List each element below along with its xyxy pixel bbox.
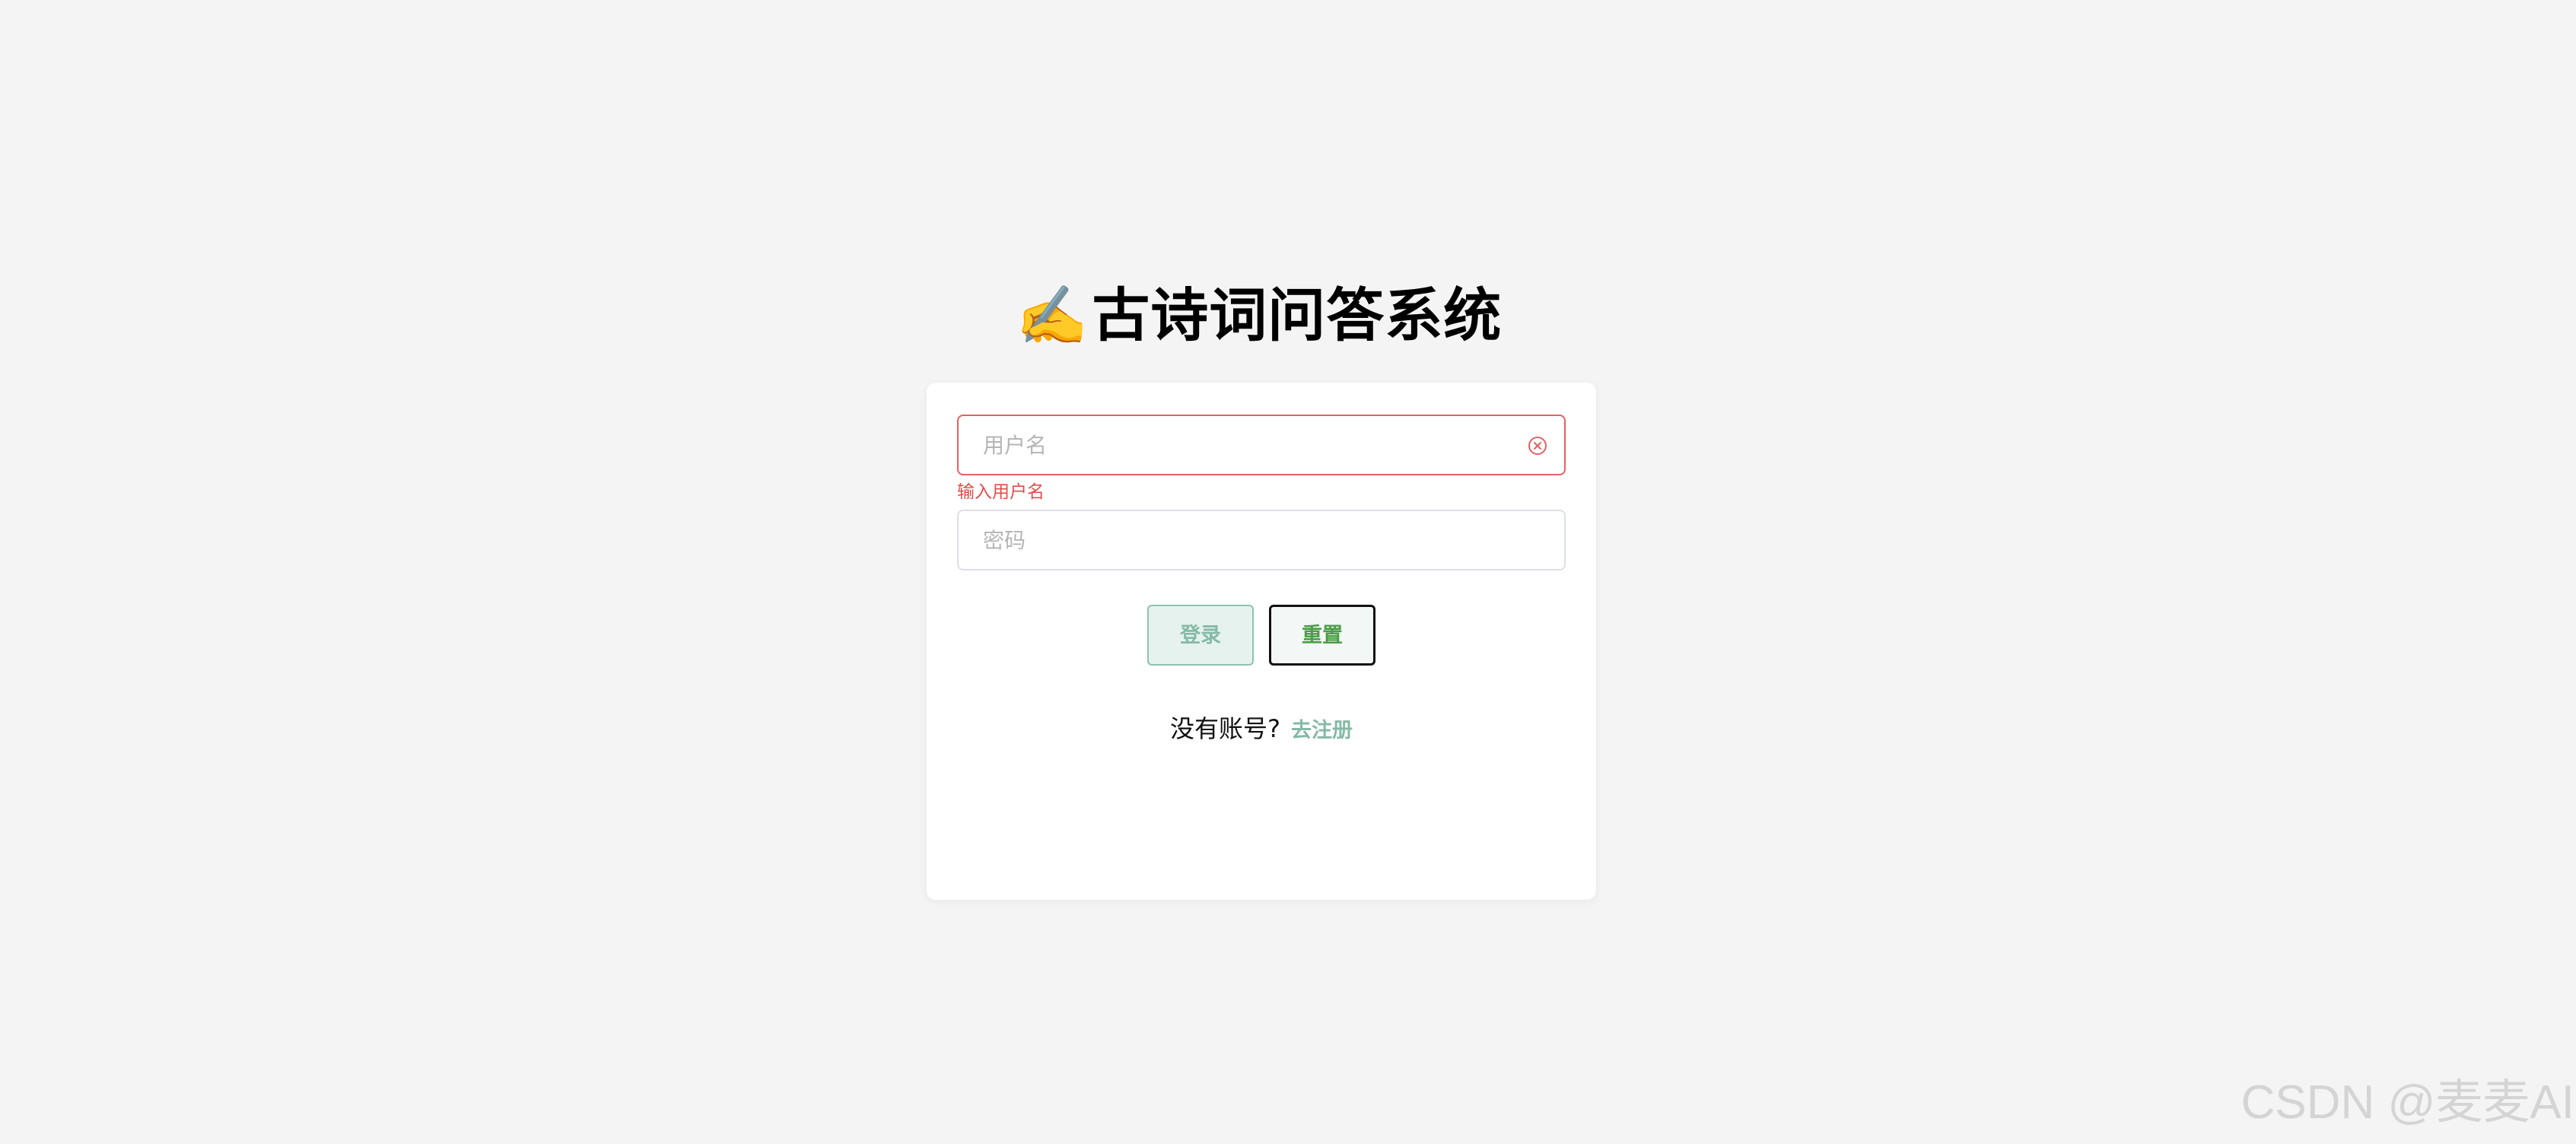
password-field[interactable]	[957, 510, 1566, 570]
username-input[interactable]	[959, 416, 1564, 474]
writing-hand-icon: ✍️	[1016, 281, 1089, 349]
page-title-text: 古诗词问答系统	[1092, 281, 1503, 349]
watermark: CSDN @麦麦AI	[2240, 1076, 2574, 1129]
login-button[interactable]: 登录	[1147, 605, 1254, 666]
register-prompt: 没有账号? 去注册	[927, 710, 1596, 752]
username-error-message: 输入用户名	[957, 482, 1045, 502]
page-title: ✍️古诗词问答系统	[0, 274, 2518, 358]
reset-button[interactable]: 重置	[1269, 605, 1375, 666]
clear-icon[interactable]	[1528, 436, 1547, 456]
password-input[interactable]	[959, 511, 1564, 569]
register-question: 没有账号?	[1170, 714, 1280, 743]
username-field[interactable]	[957, 415, 1566, 475]
register-link[interactable]: 去注册	[1291, 719, 1353, 742]
login-card: 输入用户名 登录 重置 没有账号? 去注册	[927, 383, 1596, 900]
